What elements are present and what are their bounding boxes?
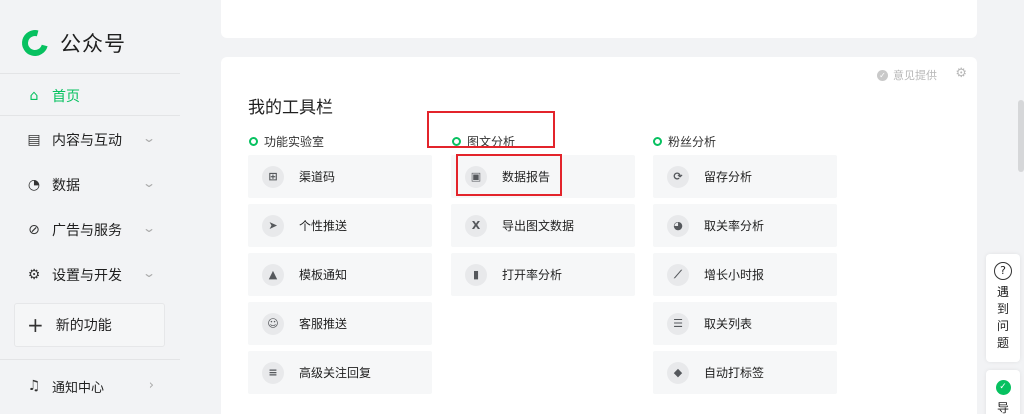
- pie-icon: ◕: [667, 214, 689, 237]
- tag-icon: ◆: [667, 361, 689, 384]
- question-icon: ?: [994, 262, 1012, 280]
- list-icon: ☰: [667, 312, 689, 335]
- tool-export-article-data[interactable]: X 导出图文数据: [451, 204, 635, 247]
- column-heading-label: 功能实验室: [264, 135, 325, 149]
- app-logo[interactable]: 公众号: [17, 25, 126, 61]
- compass-icon: ⊘: [28, 222, 40, 238]
- app-name: 公众号: [60, 32, 126, 56]
- chevron-down-icon: ⌄: [141, 176, 157, 190]
- feedback-icon: ✓: [877, 69, 888, 81]
- send-icon: ➤: [262, 214, 284, 237]
- sidebar-item-ads[interactable]: ⊘ 广告与服务 ⌄: [0, 212, 180, 248]
- divider: [0, 359, 180, 360]
- toolbar-card: ✓ 意见提供 ⚙ 我的工具栏 功能实验室 图文分析 粉丝分析 ⊞ 渠道码 ➤ 个…: [221, 57, 977, 414]
- document-icon: ▤: [27, 132, 41, 148]
- chevron-down-icon: ⌄: [141, 131, 157, 145]
- tool-label: 自动打标签: [704, 366, 765, 380]
- guide-label: 导: [996, 401, 1009, 414]
- tool-label: 留存分析: [704, 170, 753, 184]
- tool-label: 渠道码: [299, 170, 336, 184]
- column-heading-lab: 功能实验室: [249, 133, 324, 150]
- tool-label: 取关率分析: [704, 219, 765, 233]
- divider: [0, 115, 180, 116]
- trend-icon: ⟋: [667, 263, 689, 286]
- qrcode-icon: ⊞: [262, 165, 284, 188]
- tool-unfollow-list[interactable]: ☰ 取关列表: [653, 302, 837, 345]
- tool-customer-push[interactable]: ☺ 客服推送: [248, 302, 432, 345]
- new-feature-label: 新的功能: [55, 318, 112, 334]
- guide-float-button[interactable]: ✓ 导: [986, 370, 1020, 414]
- guide-icon: ✓: [995, 380, 1011, 395]
- sidebar-item-content[interactable]: ▤ 内容与互动 ⌄: [0, 122, 180, 158]
- tool-template-notify[interactable]: ▲ 模板通知: [248, 253, 432, 296]
- chevron-down-icon: ⌄: [141, 266, 157, 280]
- sidebar-item-label: 内容与互动: [52, 133, 122, 149]
- column-heading-label: 粉丝分析: [668, 135, 717, 149]
- tool-label: 个性推送: [299, 219, 348, 233]
- customer-service-icon: ☺: [262, 312, 284, 335]
- tool-label: 打开率分析: [502, 268, 563, 282]
- previous-card: [221, 0, 977, 38]
- sidebar-item-label: 通知中心: [52, 380, 105, 396]
- chevron-down-icon: ⌄: [141, 221, 157, 235]
- cycle-icon: ⟳: [667, 165, 689, 188]
- new-feature-button[interactable]: + 新的功能: [14, 303, 165, 347]
- feedback-link[interactable]: ✓ 意见提供: [877, 67, 937, 83]
- bell-icon: ♫: [27, 378, 41, 394]
- divider: [0, 73, 180, 74]
- chevron-right-icon: ›: [148, 378, 154, 393]
- sidebar-item-notify[interactable]: ♫ 通知中心 ›: [0, 368, 180, 404]
- tool-label: 高级关注回复: [299, 366, 372, 380]
- toolbar-title: 我的工具栏: [248, 98, 333, 118]
- chat-icon: ≡: [262, 361, 284, 384]
- tool-open-rate-analysis[interactable]: ▮ 打开率分析: [451, 253, 635, 296]
- sidebar-item-label: 数据: [52, 178, 80, 194]
- tool-label: 模板通知: [299, 268, 348, 282]
- feedback-label: 意见提供: [893, 69, 937, 82]
- sidebar-item-label: 设置与开发: [52, 268, 122, 284]
- sidebar-item-label: 首页: [52, 89, 80, 105]
- scrollbar-thumb[interactable]: [1018, 100, 1024, 172]
- plus-icon: +: [27, 313, 44, 337]
- tool-label: 增长小时报: [704, 268, 765, 282]
- tool-advanced-follow-reply[interactable]: ≡ 高级关注回复: [248, 351, 432, 394]
- tool-label: 取关列表: [704, 317, 753, 331]
- tool-label: 导出图文数据: [502, 219, 575, 233]
- sidebar-item-data[interactable]: ◔ 数据 ⌄: [0, 167, 180, 203]
- gear-icon: ⚙: [27, 267, 41, 283]
- home-icon: ⌂: [29, 88, 39, 104]
- column-heading-fans: 粉丝分析: [653, 133, 716, 150]
- bullet-ring-icon: [249, 137, 258, 146]
- help-float-button[interactable]: ? 遇到问题: [986, 254, 1020, 362]
- sidebar-item-settings[interactable]: ⚙ 设置与开发 ⌄: [0, 257, 180, 293]
- excel-icon: X: [465, 214, 487, 237]
- bar-chart-icon: ▮: [465, 263, 487, 286]
- help-label: 遇到问题: [996, 285, 1009, 350]
- bullet-ring-icon: [653, 137, 662, 146]
- sidebar-item-home[interactable]: ⌂ 首页: [0, 78, 180, 114]
- tool-personal-push[interactable]: ➤ 个性推送: [248, 204, 432, 247]
- highlight-box-article-analysis: [427, 111, 555, 148]
- pie-chart-icon: ◔: [27, 177, 41, 193]
- sidebar: 公众号 ⌂ 首页 ▤ 内容与互动 ⌄ ◔ 数据 ⌄ ⊘ 广告与服务 ⌄ ⚙ 设置…: [0, 0, 180, 414]
- highlight-box-data-report: [456, 154, 562, 196]
- toolbar-settings-icon[interactable]: ⚙: [955, 66, 967, 81]
- tool-unfollow-rate-analysis[interactable]: ◕ 取关率分析: [653, 204, 837, 247]
- bell-icon: ▲: [262, 263, 284, 286]
- tool-hourly-growth-report[interactable]: ⟋ 增长小时报: [653, 253, 837, 296]
- sidebar-item-label: 广告与服务: [52, 223, 122, 239]
- tool-retention-analysis[interactable]: ⟳ 留存分析: [653, 155, 837, 198]
- wechat-mp-logo-icon: [17, 25, 53, 61]
- tool-auto-tagging[interactable]: ◆ 自动打标签: [653, 351, 837, 394]
- tool-label: 客服推送: [299, 317, 348, 331]
- tool-channel-code[interactable]: ⊞ 渠道码: [248, 155, 432, 198]
